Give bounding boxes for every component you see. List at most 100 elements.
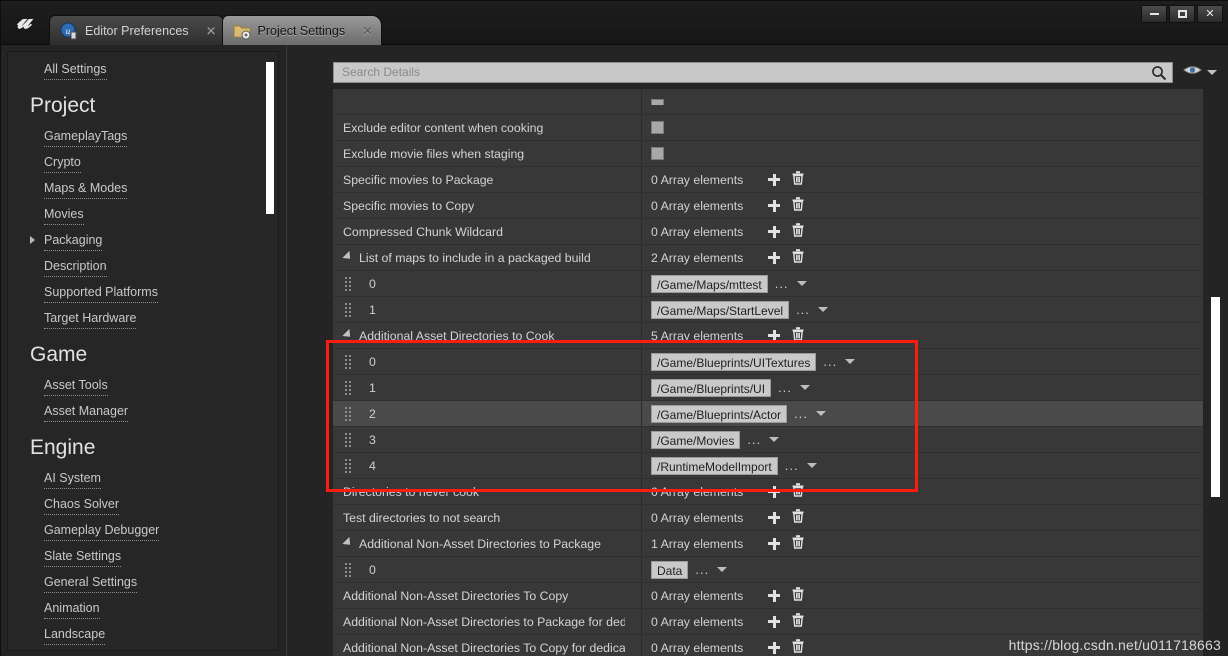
add-element-button[interactable] xyxy=(765,587,783,605)
browse-button[interactable]: ... xyxy=(775,277,789,290)
directory-path-field[interactable]: /RuntimeModelImport xyxy=(651,456,778,475)
array-element-row[interactable]: 0 Data... xyxy=(333,557,1203,583)
property-row-array[interactable]: Additional Non-Asset Directories to Pack… xyxy=(333,531,1203,557)
chevron-down-icon[interactable] xyxy=(845,359,856,364)
clear-array-button[interactable] xyxy=(789,638,807,656)
sidebar-item-packaging[interactable]: Packaging xyxy=(8,228,278,254)
sidebar-item-gameplay-debugger[interactable]: Gameplay Debugger xyxy=(8,518,278,544)
property-row-array[interactable]: List of maps to include in a packaged bu… xyxy=(333,245,1203,271)
directory-path-field[interactable]: /Game/Blueprints/Actor xyxy=(651,404,788,423)
property-row-array[interactable]: Compressed Chunk Wildcard 0 Array element… xyxy=(333,219,1203,245)
sidebar-scrollbar-thumb[interactable] xyxy=(266,62,274,214)
add-element-button[interactable] xyxy=(765,639,783,656)
maximize-button[interactable] xyxy=(1169,5,1195,23)
property-checkbox[interactable] xyxy=(651,147,664,160)
drag-handle-icon[interactable] xyxy=(345,277,351,291)
chevron-down-icon[interactable] xyxy=(799,385,810,390)
browse-button[interactable]: ... xyxy=(823,355,837,368)
array-element-row[interactable]: 1/Game/Maps/StartLevel... xyxy=(333,297,1203,323)
browse-button[interactable]: ... xyxy=(785,459,799,472)
drag-handle-icon[interactable] xyxy=(345,381,351,395)
browse-button[interactable]: ... xyxy=(796,303,810,316)
property-row-array[interactable]: Additional Non-Asset Directories To Copy… xyxy=(333,583,1203,609)
view-options-button[interactable] xyxy=(1183,63,1217,82)
minimize-button[interactable] xyxy=(1141,5,1167,23)
property-row-partial[interactable] xyxy=(333,89,1203,115)
sidebar-item-chaos-solver[interactable]: Chaos Solver xyxy=(8,492,278,518)
search-input[interactable] xyxy=(334,62,1172,82)
expand-arrow-icon[interactable] xyxy=(30,236,35,244)
add-element-button[interactable] xyxy=(765,223,783,241)
clear-array-button[interactable] xyxy=(789,222,807,241)
property-row-array[interactable]: Specific movies to Copy 0 Array elements xyxy=(333,193,1203,219)
chevron-down-icon[interactable] xyxy=(806,463,817,468)
sidebar-item-maps-modes[interactable]: Maps & Modes xyxy=(8,176,278,202)
drag-handle-icon[interactable] xyxy=(345,563,351,577)
add-element-button[interactable] xyxy=(765,327,783,345)
browse-button[interactable]: ... xyxy=(794,407,808,420)
clear-array-button[interactable] xyxy=(789,586,807,605)
add-element-button[interactable] xyxy=(765,483,783,501)
directory-path-field[interactable]: /Game/Maps/mttest xyxy=(651,274,768,293)
clear-array-button[interactable] xyxy=(789,534,807,553)
clear-array-button[interactable] xyxy=(789,248,807,267)
chevron-down-icon[interactable] xyxy=(769,437,780,442)
clear-array-button[interactable] xyxy=(789,508,807,527)
expand-arrow-icon[interactable] xyxy=(342,536,354,548)
clear-array-button[interactable] xyxy=(789,482,807,501)
clear-array-button[interactable] xyxy=(789,612,807,631)
add-element-button[interactable] xyxy=(765,509,783,527)
sidebar-item-movies[interactable]: Movies xyxy=(8,202,278,228)
drag-handle-icon[interactable] xyxy=(345,303,351,317)
clear-array-button[interactable] xyxy=(789,196,807,215)
directory-path-field[interactable]: /Game/Movies xyxy=(651,430,741,449)
expand-arrow-icon[interactable] xyxy=(342,328,354,340)
sidebar-item-general-settings[interactable]: General Settings xyxy=(8,570,278,596)
tab-editor-preferences[interactable]: u Editor Preferences ✕ xyxy=(49,15,226,45)
close-icon[interactable]: ✕ xyxy=(362,24,373,37)
drag-handle-icon[interactable] xyxy=(345,459,351,473)
sidebar-item-slate-settings[interactable]: Slate Settings xyxy=(8,544,278,570)
add-element-button[interactable] xyxy=(765,171,783,189)
directory-path-field[interactable]: /Game/Blueprints/UITextures xyxy=(651,352,817,371)
details-scrollbar-thumb[interactable] xyxy=(1211,297,1220,497)
property-checkbox[interactable] xyxy=(651,121,664,134)
sidebar-item-supported-platforms[interactable]: Supported Platforms xyxy=(8,280,278,306)
property-row-array[interactable]: Test directories to not search 0 Array el… xyxy=(333,505,1203,531)
close-icon[interactable]: ✕ xyxy=(206,24,217,37)
array-element-row[interactable]: 2/Game/Blueprints/Actor... xyxy=(333,401,1203,427)
sidebar-item-ai-system[interactable]: AI System xyxy=(8,466,278,492)
chevron-down-icon[interactable] xyxy=(796,281,807,286)
array-element-row[interactable]: 0/Game/Maps/mttest... xyxy=(333,271,1203,297)
property-row-checkbox[interactable]: Exclude editor content when cooking xyxy=(333,115,1203,141)
sidebar-item-asset-tools[interactable]: Asset Tools xyxy=(8,373,278,399)
add-element-button[interactable] xyxy=(765,249,783,267)
clear-array-button[interactable] xyxy=(789,326,807,345)
sidebar-item-landscape[interactable]: Landscape xyxy=(8,622,278,648)
chevron-down-icon[interactable] xyxy=(815,411,826,416)
directory-path-field[interactable]: /Game/Maps/StartLevel xyxy=(651,300,790,319)
chevron-down-icon[interactable] xyxy=(817,307,828,312)
sidebar-scrollbar-track[interactable] xyxy=(266,54,276,650)
array-element-row[interactable]: 0/Game/Blueprints/UITextures... xyxy=(333,349,1203,375)
drag-handle-icon[interactable] xyxy=(345,355,351,369)
property-row-checkbox[interactable]: Exclude movie files when staging xyxy=(333,141,1203,167)
search-details-field[interactable] xyxy=(333,61,1173,83)
array-element-row[interactable]: 1/Game/Blueprints/UI... xyxy=(333,375,1203,401)
property-checkbox[interactable] xyxy=(651,98,664,105)
clear-array-button[interactable] xyxy=(789,170,807,189)
sidebar-item-asset-manager[interactable]: Asset Manager xyxy=(8,399,278,425)
sidebar-item-animation[interactable]: Animation xyxy=(8,596,278,622)
add-element-button[interactable] xyxy=(765,535,783,553)
property-row-array[interactable]: Additional Asset Directories to Cook 5 Ar… xyxy=(333,323,1203,349)
tab-project-settings[interactable]: Project Settings ✕ xyxy=(221,15,383,45)
directory-path-field[interactable]: Data xyxy=(651,560,689,579)
sidebar-item-description[interactable]: Description xyxy=(8,254,278,280)
directory-path-field[interactable]: /Game/Blueprints/UI xyxy=(651,378,772,397)
sidebar-item-gameplaytags[interactable]: GameplayTags xyxy=(8,124,278,150)
browse-button[interactable]: ... xyxy=(695,563,709,576)
array-element-row[interactable]: 3/Game/Movies... xyxy=(333,427,1203,453)
drag-handle-icon[interactable] xyxy=(345,433,351,447)
sidebar-item-all-settings[interactable]: All Settings xyxy=(8,52,278,83)
property-row-array[interactable]: Specific movies to Package 0 Array elemen… xyxy=(333,167,1203,193)
